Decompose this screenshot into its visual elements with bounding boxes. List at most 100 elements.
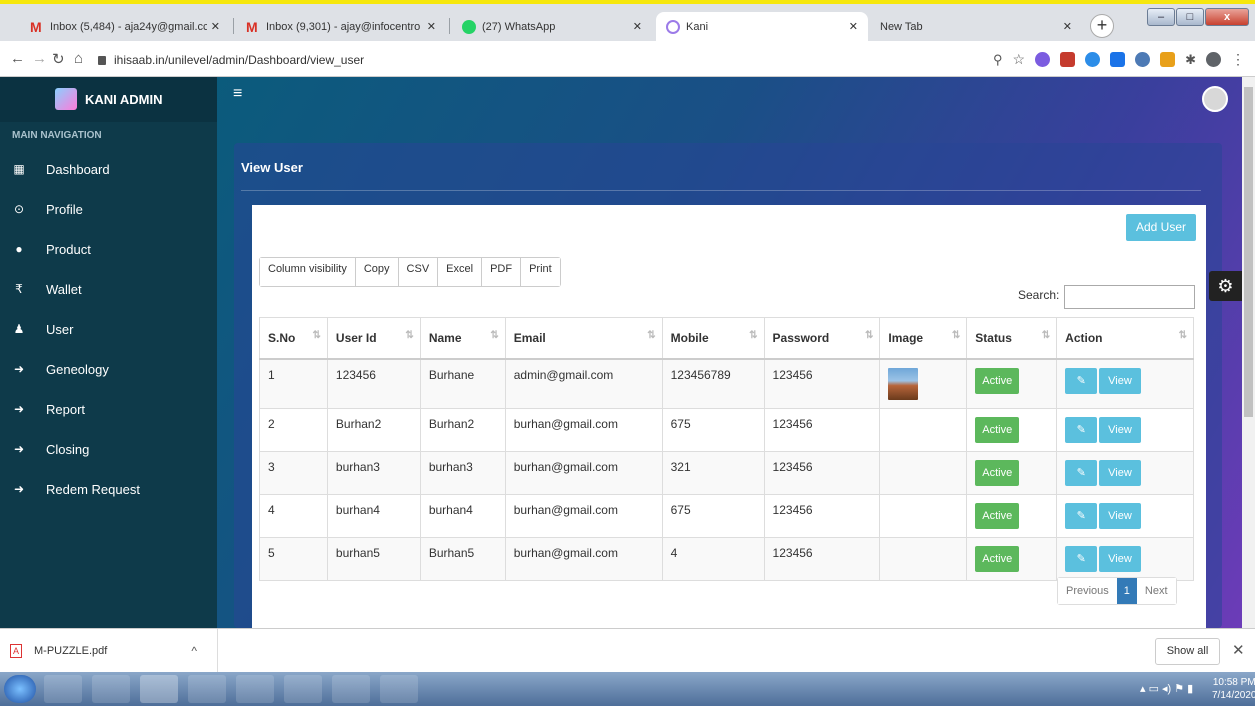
sort-icon: ⇅ [951, 330, 961, 341]
view-button[interactable]: View [1099, 417, 1141, 443]
close-icon[interactable]: ✕ [211, 20, 220, 33]
reload-icon[interactable]: ↻ [52, 50, 65, 68]
window-close-button[interactable]: x [1205, 8, 1249, 26]
sidebar-item-dashboard[interactable]: ▦ Dashboard [0, 149, 217, 189]
hamburger-menu-icon[interactable]: ≡ [233, 85, 242, 103]
extension-icon[interactable] [1110, 52, 1126, 67]
folder-icon[interactable] [284, 675, 322, 703]
csv-button[interactable]: CSV [398, 258, 439, 286]
page-1-button[interactable]: 1 [1116, 578, 1137, 604]
next-page-button[interactable]: Next [1136, 578, 1176, 604]
column-visibility-button[interactable]: Column visibility [260, 258, 356, 286]
extension-icon[interactable] [1085, 52, 1101, 67]
sidebar-item-closing[interactable]: ➜ Closing [0, 429, 217, 469]
word-icon[interactable] [188, 675, 226, 703]
search-input[interactable] [1064, 285, 1195, 309]
column-header-sno[interactable]: S.No ⇅ [259, 317, 328, 360]
column-header-mobile[interactable]: Mobile ⇅ [661, 317, 765, 360]
close-icon[interactable]: ✕ [633, 20, 642, 33]
cell-email: burhan@gmail.com [504, 451, 663, 495]
sidebar-item-wallet[interactable]: ₹ Wallet [0, 269, 217, 309]
excel-button[interactable]: Excel [438, 258, 483, 286]
page-scrollbar[interactable] [1242, 77, 1255, 628]
add-user-button[interactable]: Add User [1126, 214, 1196, 241]
column-header-password[interactable]: Password ⇅ [763, 317, 881, 360]
active-status-button[interactable]: Active [975, 503, 1020, 529]
close-icon[interactable]: ✕ [1232, 641, 1245, 659]
active-status-button[interactable]: Active [975, 460, 1020, 486]
brand[interactable]: KANI ADMIN [0, 77, 217, 122]
active-status-button[interactable]: Active [975, 367, 1020, 394]
forward-icon[interactable]: → [32, 50, 47, 67]
close-icon[interactable]: ✕ [1063, 20, 1072, 33]
sidebar-item-report[interactable]: ➜ Report [0, 389, 217, 429]
internet-explorer-icon[interactable] [44, 675, 82, 703]
home-icon[interactable]: ⌂ [74, 50, 83, 67]
extension-icon[interactable] [1135, 52, 1151, 67]
column-header-name[interactable]: Name ⇅ [419, 317, 506, 360]
copy-button[interactable]: Copy [355, 258, 399, 286]
extension-icon[interactable] [1160, 52, 1176, 67]
bookmark-star-icon[interactable]: ☆ [1013, 51, 1026, 68]
sidebar-item-profile[interactable]: ⊙ Profile [0, 189, 217, 229]
sidebar-item-geneology[interactable]: ➜ Geneology [0, 349, 217, 389]
sidebar-item-redem-request[interactable]: ➜ Redem Request [0, 469, 217, 509]
url-field[interactable]: ihisaab.in/unilevel/admin/Dashboard/view… [98, 49, 978, 71]
active-status-button[interactable]: Active [975, 417, 1020, 443]
chevron-up-icon[interactable]: ^ [191, 644, 197, 658]
edit-icon[interactable]: ✎ [1065, 417, 1098, 443]
sidebar-item-product[interactable]: ● Product [0, 229, 217, 269]
show-all-button[interactable]: Show all [1155, 638, 1220, 665]
close-icon[interactable]: ✕ [849, 20, 858, 33]
tab-gmail-1[interactable]: M Inbox (5,484) - aja24y@gmail.cc ✕ [20, 12, 230, 41]
tab-gmail-2[interactable]: M Inbox (9,301) - ajay@infocentro ✕ [236, 12, 446, 41]
edit-icon[interactable]: ✎ [1065, 503, 1098, 529]
close-icon[interactable]: ✕ [427, 20, 436, 33]
edit-icon[interactable]: ✎ [1065, 546, 1098, 572]
view-button[interactable]: View [1099, 367, 1141, 394]
profile-avatar-icon[interactable] [1206, 52, 1221, 67]
sidebar-item-user[interactable]: ♟ User [0, 309, 217, 349]
skype-icon[interactable] [332, 675, 370, 703]
user-icon: ♟ [13, 322, 25, 336]
taskbar-clock[interactable]: 10:58 PM 7/14/2020 [1212, 676, 1255, 702]
column-header-action[interactable]: Action ⇅ [1056, 317, 1194, 360]
zoom-icon[interactable]: ⚲ [993, 52, 1003, 68]
column-header-userid[interactable]: User Id ⇅ [326, 317, 421, 360]
active-status-button[interactable]: Active [975, 546, 1020, 572]
print-button[interactable]: Print [521, 258, 560, 286]
system-tray-icons[interactable]: ▴ ▭ ◂) ⚑ ▮ [1140, 682, 1193, 695]
column-header-email[interactable]: Email ⇅ [504, 317, 663, 360]
pdf-button[interactable]: PDF [482, 258, 522, 286]
cell-image [879, 358, 968, 409]
download-item[interactable]: A M-PUZZLE.pdf ^ [0, 629, 218, 673]
start-button-icon[interactable] [4, 675, 36, 703]
back-icon[interactable]: ← [10, 50, 25, 67]
gmail-icon: M [246, 18, 258, 35]
media-player-icon[interactable] [92, 675, 130, 703]
edit-icon[interactable]: ✎ [1065, 460, 1098, 486]
tab-whatsapp[interactable]: (27) WhatsApp ✕ [452, 12, 652, 41]
view-button[interactable]: View [1099, 546, 1141, 572]
scrollbar-thumb[interactable] [1244, 87, 1253, 417]
edit-icon[interactable]: ✎ [1065, 367, 1098, 394]
extension-icon[interactable] [1060, 52, 1076, 67]
minimize-button[interactable]: – [1147, 8, 1175, 26]
sublime-icon[interactable] [236, 675, 274, 703]
settings-gear-icon[interactable]: ⚙ [1209, 271, 1242, 301]
menu-icon[interactable]: ⋮ [1231, 51, 1245, 68]
view-button[interactable]: View [1099, 460, 1141, 486]
column-header-image[interactable]: Image ⇅ [879, 317, 968, 360]
column-header-status[interactable]: Status ⇅ [966, 317, 1058, 360]
view-button[interactable]: View [1099, 503, 1141, 529]
previous-page-button[interactable]: Previous [1058, 578, 1117, 604]
avatar[interactable] [1202, 86, 1228, 112]
chrome-icon[interactable] [140, 675, 178, 703]
new-tab-button[interactable]: + [1090, 14, 1114, 38]
paint-icon[interactable] [380, 675, 418, 703]
maximize-button[interactable]: □ [1176, 8, 1204, 26]
extension-icon[interactable] [1035, 52, 1051, 67]
tab-new[interactable]: New Tab ✕ [870, 12, 1082, 41]
puzzle-icon[interactable]: ✱ [1185, 52, 1196, 68]
tab-kani[interactable]: Kani ✕ [656, 12, 868, 41]
